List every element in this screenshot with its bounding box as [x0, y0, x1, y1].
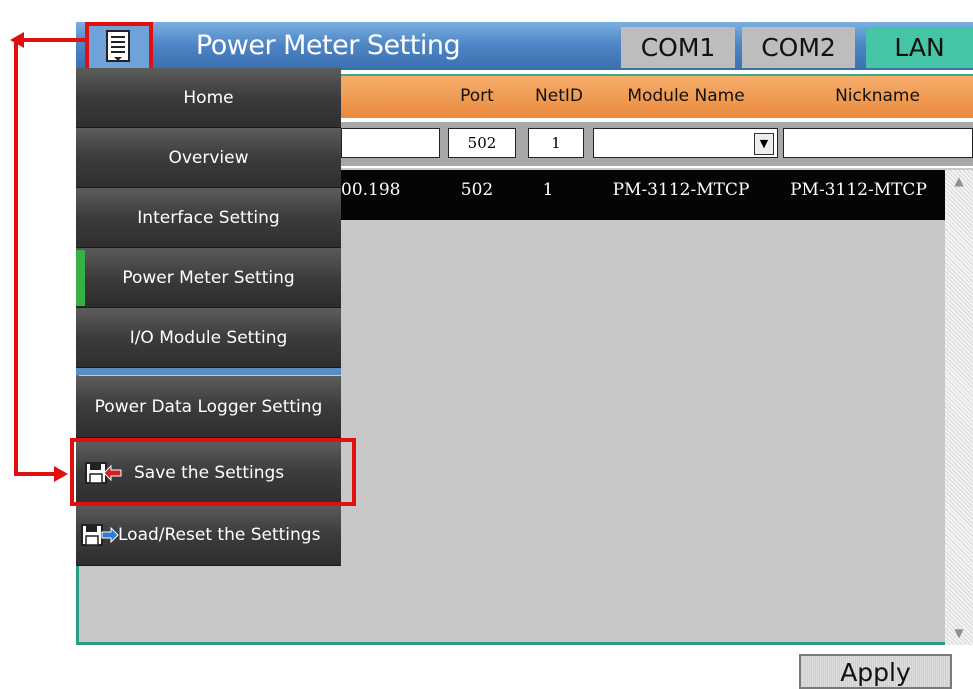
menu-item-interface-setting[interactable]: Interface Setting [76, 188, 341, 248]
column-header-port: Port [460, 86, 494, 106]
ip-input[interactable] [341, 128, 440, 158]
module-name-select[interactable]: ▼ [593, 128, 778, 158]
nickname-input[interactable] [783, 128, 973, 158]
row-nickname: PM-3112-MTCP [790, 180, 927, 200]
menu-item-power-meter-setting[interactable]: Power Meter Setting [76, 248, 341, 308]
vertical-scrollbar[interactable] [945, 170, 973, 645]
scroll-down-icon[interactable]: ▼ [945, 622, 973, 644]
port-input[interactable]: 502 [448, 128, 516, 158]
scroll-up-icon[interactable]: ▲ [945, 170, 973, 192]
column-header-netid: NetID [535, 86, 583, 106]
arrow-head-right [54, 466, 68, 482]
page-title: Power Meter Setting [195, 30, 461, 61]
row-port: 502 [460, 180, 494, 200]
arrow-head-left [10, 32, 24, 48]
netid-input[interactable]: 1 [528, 128, 584, 158]
menu-button[interactable] [85, 22, 153, 72]
menu-item-home[interactable]: Home [76, 68, 341, 128]
apply-button[interactable]: Apply [799, 654, 952, 689]
highlight-box [70, 438, 356, 506]
row-module-name: PM-3112-MTCP [612, 180, 750, 200]
menu-item-overview[interactable]: Overview [76, 128, 341, 188]
tab-lan[interactable]: LAN [866, 27, 973, 68]
load-disk-icon [81, 524, 119, 546]
load-reset-settings-label: Load/Reset the Settings [118, 525, 321, 545]
menu-item-io-module-setting[interactable]: I/O Module Setting [76, 308, 341, 368]
active-indicator [76, 250, 85, 306]
menu-item-load-reset-settings[interactable]: Load/Reset the Settings [76, 504, 341, 566]
column-header-module-name: Module Name [627, 86, 745, 106]
row-netid: 1 [542, 180, 554, 200]
menu-item-power-data-logger-setting[interactable]: Power Data Logger Setting [76, 376, 341, 438]
tab-com2[interactable]: COM2 [742, 27, 855, 68]
column-header-nickname: Nickname [835, 86, 920, 106]
menu-list-icon [106, 30, 130, 62]
row-ip: 00.198 [341, 180, 401, 200]
menu-divider [76, 368, 341, 375]
chevron-down-icon[interactable]: ▼ [754, 133, 774, 155]
tab-com1[interactable]: COM1 [621, 27, 735, 68]
